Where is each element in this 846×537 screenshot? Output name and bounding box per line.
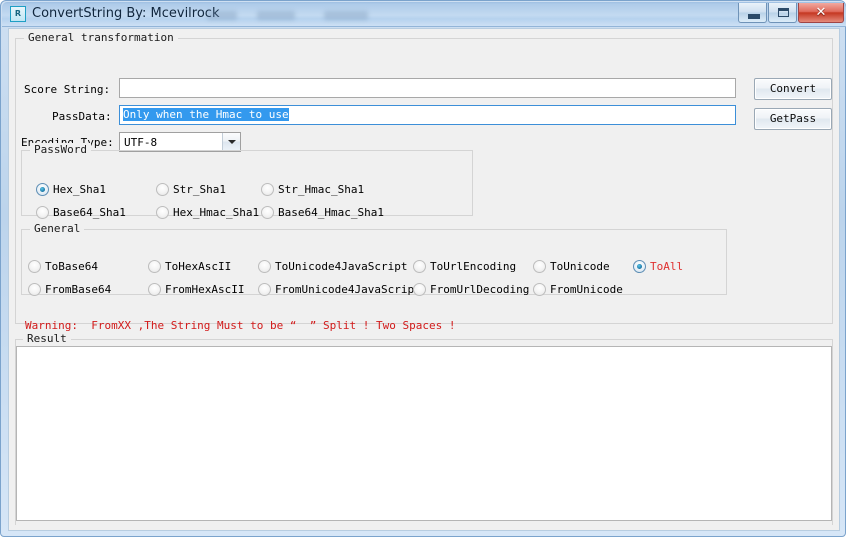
radio-dot-icon [36, 206, 49, 219]
close-button[interactable]: ✕ [798, 3, 844, 23]
radio-tobase64[interactable]: ToBase64 [28, 260, 98, 273]
titlebar-blurred-artifact [207, 11, 237, 20]
radio-fromhexascii[interactable]: FromHexAscII [148, 283, 244, 296]
maximize-button[interactable] [768, 3, 797, 23]
radio-label: ToBase64 [45, 260, 98, 273]
passdata-input[interactable]: Only when the Hmac to use [119, 105, 736, 125]
encoding-type-value: UTF-8 [124, 136, 158, 149]
passdata-label: PassData: [52, 110, 112, 123]
radio-dot-icon [533, 283, 546, 296]
radio-dot-icon [258, 260, 271, 273]
application-window: R ConvertString By: Mcevilrock ✕ General… [0, 0, 846, 537]
radio-dot-icon [156, 183, 169, 196]
radio-dot-icon [156, 206, 169, 219]
radio-dot-icon [148, 260, 161, 273]
titlebar-blurred-artifact [257, 11, 295, 20]
radio-label: FromHexAscII [165, 283, 245, 296]
radio-dot-icon [413, 260, 426, 273]
radio-label: ToUnicode4JavaScript [275, 260, 408, 273]
chevron-down-icon[interactable] [222, 133, 240, 151]
result-group-divider [15, 339, 833, 340]
radio-label: ToAll [650, 260, 684, 273]
radio-fromurldecoding[interactable]: FromUrlDecoding [413, 283, 529, 296]
general-group-legend: General [30, 222, 85, 235]
radio-base64-sha1[interactable]: Base64_Sha1 [36, 206, 126, 219]
window-controls: ✕ [738, 3, 844, 23]
titlebar-blurred-artifact [324, 11, 368, 20]
getpass-button[interactable]: GetPass [754, 108, 832, 130]
radio-hex-hmac-sha1[interactable]: Hex_Hmac_Sha1 [156, 206, 259, 219]
radio-label: Hex_Hmac_Sha1 [173, 206, 260, 219]
minimize-icon [748, 14, 760, 19]
radio-dot-icon [28, 283, 41, 296]
radio-str-hmac-sha1[interactable]: Str_Hmac_Sha1 [261, 183, 364, 196]
radio-dot-icon [533, 260, 546, 273]
radio-dot-icon [413, 283, 426, 296]
radio-label: Str_Hmac_Sha1 [278, 183, 365, 196]
radio-label: Hex_Sha1 [53, 183, 106, 196]
radio-frombase64[interactable]: FromBase64 [28, 283, 111, 296]
radio-tohexascii[interactable]: ToHexAscII [148, 260, 231, 273]
radio-fromunicode4javascript[interactable]: FromUnicode4JavaScript [258, 283, 421, 296]
convert-button[interactable]: Convert [754, 78, 832, 100]
radio-dot-icon [261, 183, 274, 196]
minimize-button[interactable] [738, 3, 767, 23]
app-icon: R [10, 6, 26, 22]
radio-str-sha1[interactable]: Str_Sha1 [156, 183, 226, 196]
radio-label: FromUnicode4JavaScript [275, 283, 421, 296]
score-string-label: Score String: [24, 83, 111, 96]
radio-dot-icon [28, 260, 41, 273]
radio-label: ToUrlEncoding [430, 260, 517, 273]
radio-label: ToHexAscII [165, 260, 232, 273]
general-transformation-legend: General transformation [24, 31, 178, 44]
radio-label: FromUrlDecoding [430, 283, 530, 296]
warning-text: Warning: FromXX ,The String Must to be “… [25, 319, 456, 332]
radio-label: Base64_Hmac_Sha1 [278, 206, 384, 219]
client-area: General transformation Score String: Pas… [8, 28, 840, 531]
score-string-input[interactable] [119, 78, 736, 98]
close-icon: ✕ [815, 5, 827, 20]
radio-dot-icon [36, 183, 49, 196]
password-group-legend: PassWord [30, 143, 91, 156]
radio-hex-sha1[interactable]: Hex_Sha1 [36, 183, 106, 196]
radio-tounicode4javascript[interactable]: ToUnicode4JavaScript [258, 260, 407, 273]
radio-base64-hmac-sha1[interactable]: Base64_Hmac_Sha1 [261, 206, 384, 219]
result-group-legend: Result [23, 332, 71, 345]
radio-tourlencoding[interactable]: ToUrlEncoding [413, 260, 516, 273]
radio-label: ToUnicode [550, 260, 610, 273]
radio-tounicode[interactable]: ToUnicode [533, 260, 610, 273]
radio-fromunicode[interactable]: FromUnicode [533, 283, 623, 296]
radio-dot-icon [633, 260, 646, 273]
radio-dot-icon [261, 206, 274, 219]
radio-label: Str_Sha1 [173, 183, 226, 196]
radio-label: Base64_Sha1 [53, 206, 126, 219]
radio-label: FromBase64 [45, 283, 112, 296]
title-bar[interactable]: R ConvertString By: Mcevilrock ✕ [2, 2, 846, 27]
radio-label: FromUnicode [550, 283, 623, 296]
window-title: ConvertString By: Mcevilrock [32, 6, 220, 21]
result-group-border-right [832, 339, 833, 525]
encoding-type-select[interactable]: UTF-8 [119, 132, 241, 152]
result-output[interactable] [16, 346, 832, 521]
radio-dot-icon [258, 283, 271, 296]
radio-dot-icon [148, 283, 161, 296]
radio-toall[interactable]: ToAll [633, 260, 683, 273]
maximize-icon [778, 8, 789, 17]
passdata-value: Only when the Hmac to use [123, 108, 289, 121]
